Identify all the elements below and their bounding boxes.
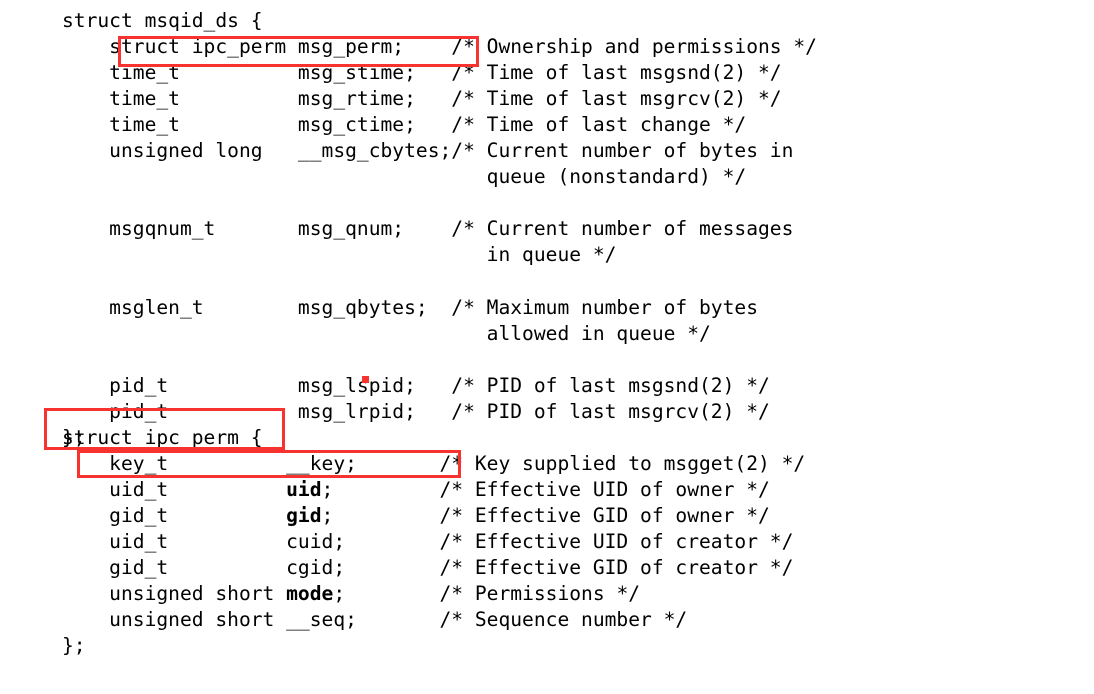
annotation-stray-dot — [362, 376, 369, 383]
annotation-rect-msg-perm-member[interactable] — [118, 36, 479, 67]
annotation-rect-struct-ipc-perm-header[interactable] — [44, 408, 285, 450]
annotation-rect-key-member[interactable] — [77, 450, 461, 478]
code-annotation-canvas: struct msqid_ds { struct ipc_perm msg_pe… — [0, 0, 1094, 694]
code-block-struct-msqid-ds: struct msqid_ds { struct ipc_perm msg_pe… — [62, 9, 817, 449]
